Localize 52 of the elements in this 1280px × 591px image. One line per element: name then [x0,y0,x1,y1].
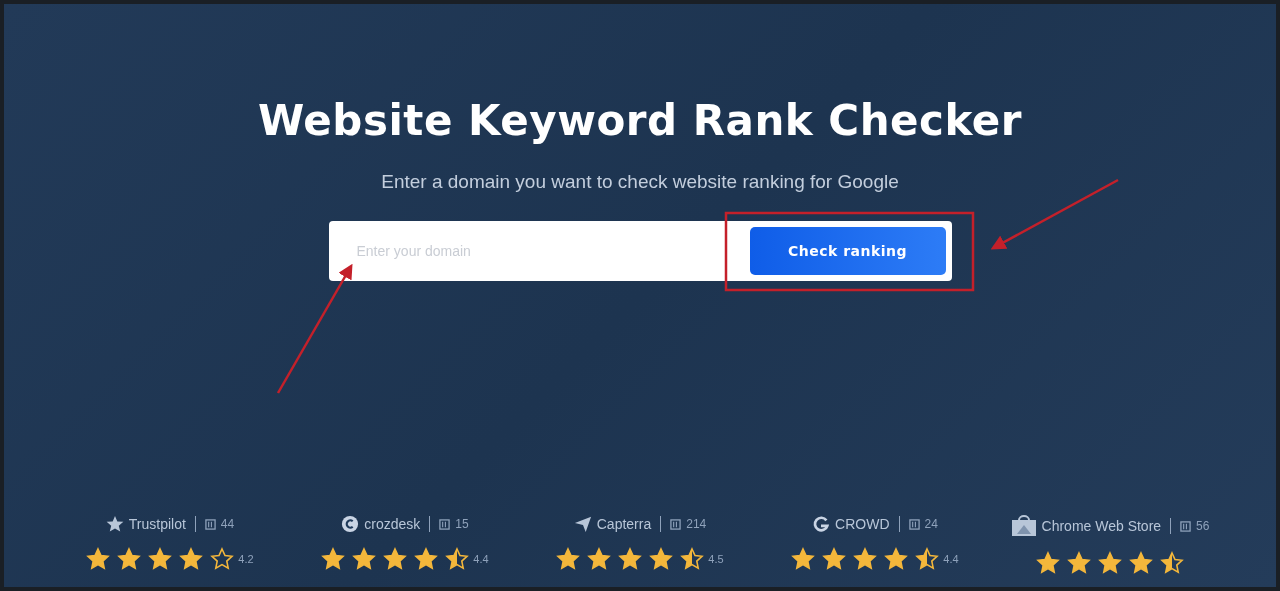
review-site-name: Capterra [596,516,652,532]
review-site-name: CROWD [835,516,890,532]
star-icon [445,547,470,571]
star-icon [649,547,674,571]
review-site-name: crozdesk [364,516,421,532]
review-count-icon [204,518,216,530]
star-icon [884,547,909,571]
g-logo-icon [812,515,831,533]
review-site-name: Trustpilot [128,516,186,532]
star-icon [148,547,173,571]
review-count: 15 [455,517,469,531]
star-icon [618,547,643,571]
star-icon [179,547,204,571]
star-icon [853,547,878,571]
page-title: Website Keyword Rank Checker [258,96,1022,145]
star-icon [915,547,940,571]
star-icon [1036,551,1060,575]
star-icon [587,547,612,571]
star-icon [352,547,377,571]
rating-value: 4.4 [473,553,489,565]
review-count-icon [439,518,451,530]
star-icon [1067,551,1091,575]
star-icon [822,547,847,571]
star-icon [1160,551,1184,575]
review-count-icon [670,518,682,530]
review-count-icon [1180,520,1192,532]
star-icon [86,547,111,571]
star-icon [210,547,235,571]
star-icon [791,547,816,571]
paper-plane-icon [573,515,592,533]
star-icon [105,515,124,533]
star-icon [414,547,439,571]
review-count: 56 [1196,519,1210,533]
circle-logo-icon [341,515,360,533]
store-icon [1010,515,1037,537]
star-icon [680,547,705,571]
review-count: 24 [924,517,938,531]
rating-value: 4.4 [943,553,959,565]
review-count-icon [908,518,920,530]
star-icon [117,547,142,571]
page-subtitle: Enter a domain you want to check website ranking for Google [381,171,899,193]
rating-value: 4.5 [708,553,724,565]
rating-value: 4.2 [238,553,254,565]
star-icon [556,547,581,571]
review-count: 214 [686,517,707,531]
star-icon [321,547,346,571]
star-icon [1098,551,1122,575]
review-count: 44 [220,517,235,531]
star-icon [1129,551,1153,575]
review-site-name: Chrome Web Store [1041,518,1162,534]
check-ranking-button[interactable]: Check ranking [749,227,946,275]
star-icon [383,547,408,571]
